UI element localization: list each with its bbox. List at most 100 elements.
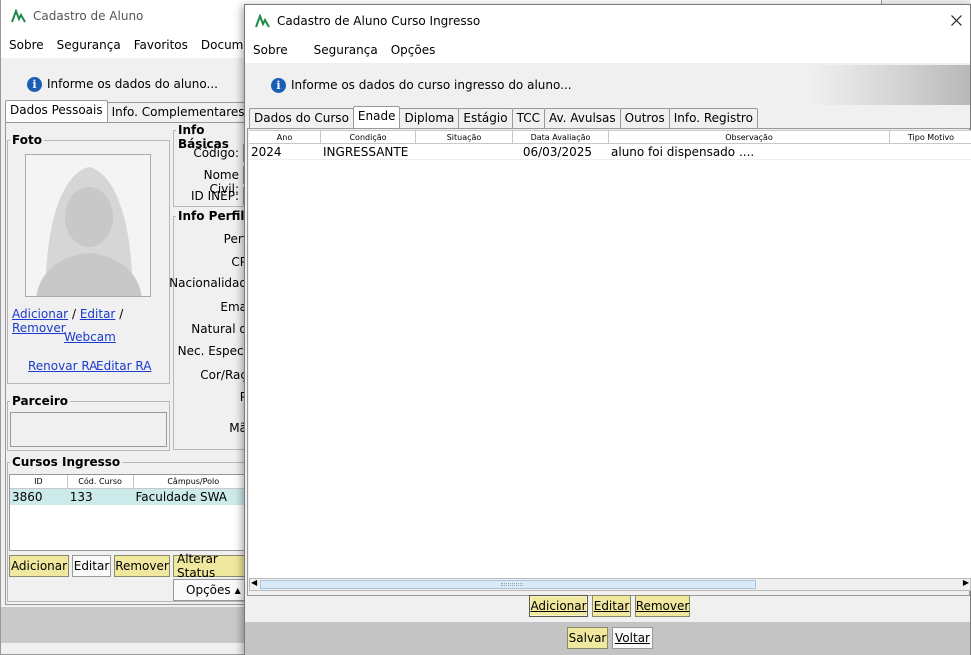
fg-title-bar: Cadastro de Aluno Curso Ingresso [245,5,970,37]
bg-editar-button[interactable]: Editar [72,555,111,577]
foto-sep-2: / [119,307,124,321]
codigo-label: Código: [193,146,239,160]
tab-info-registro[interactable]: Info. Registro [668,108,758,128]
scroll-left-icon[interactable]: ◀ [251,578,257,587]
cell-campus: Faculdade SWA [135,490,228,504]
bg-menu-sobre[interactable]: Sobre [9,38,44,52]
fg-menu-seguranca[interactable]: Segurança [314,43,378,57]
bg-alterar-status-button[interactable]: Alterar Status [173,552,253,580]
tab-estagio[interactable]: Estágio [458,108,513,128]
fg-menu-sobre[interactable]: Sobre [253,43,301,57]
foto-group: Foto Adicionar / Editar / Remover Webcam… [7,133,170,384]
cell-situacao [416,144,513,159]
bg-opcoes-button[interactable]: Opções ▲ [173,579,253,601]
bg-opcoes-label: Opções [186,583,231,597]
bg-info-text: Informe os dados do aluno... [47,77,218,91]
scrollbar-thumb[interactable] [260,580,756,589]
close-icon[interactable] [951,15,962,26]
tab-av-avulsas[interactable]: Av. Avulsas [543,108,621,128]
foto-editar-link[interactable]: Editar [80,307,116,321]
col-ano[interactable]: Ano [249,131,321,143]
tab-diploma[interactable]: Diploma [399,108,460,128]
fg-menu-sobre-label: Sobre [253,43,288,57]
info-perfil-title: Info Perfil [176,209,247,223]
tab-enade[interactable]: Enade [352,106,401,128]
remover-button[interactable]: Remover [635,595,690,617]
foto-sep-1: / [71,307,76,321]
cell-observacao: aluno foi dispensado .... [611,145,755,159]
tab-info-complementares[interactable]: Info. Complementares [106,102,250,122]
bg-menu-favoritos[interactable]: Favoritos [134,38,188,52]
fg-info-bar: i Informe os dados do curso ingresso do … [245,65,970,105]
renovar-ra-link[interactable]: Renovar RA [28,359,97,373]
nec-especial-label: Nec. Especi [177,344,247,358]
foto-title: Foto [10,133,44,147]
enade-table: Ano Condição Situação Data Avaliação Obs… [249,130,971,590]
cell-tipo-motivo [890,144,971,159]
bg-menu-seguranca[interactable]: Segurança [57,38,121,52]
editar-ra-link[interactable]: Editar RA [96,359,151,373]
webcam-link[interactable]: Webcam [64,330,116,344]
caret-up-icon: ▲ [234,585,241,595]
foto-adicionar-link[interactable]: Adicionar [12,307,68,321]
editar-label: Editar [593,599,630,613]
salvar-button[interactable]: Salvar [567,627,608,649]
info-perfil-group: Info Perfil Perf CP Nacionalidad Ema Nat… [169,209,253,450]
bg-remover-button[interactable]: Remover [114,555,170,577]
avatar [25,154,151,297]
fg-tab-strip: Dados do Curso Enade Diploma Estágio TCC… [245,106,758,128]
id-inep-label: ID INEP: [191,189,239,203]
cell-condicao: INGRESSANTE [323,145,409,159]
horizontal-scrollbar[interactable]: ◀ ▶ [249,578,971,591]
voltar-button[interactable]: Voltar [612,627,653,649]
cell-data-avaliacao: 06/03/2025 [522,145,592,159]
natural-label: Natural d [191,322,247,336]
parceiro-group: Parceiro [7,394,170,451]
parceiro-title: Parceiro [10,394,71,408]
cursos-table-header: ID Cód. Curso Câmpus/Polo [10,475,253,489]
info-icon: i [271,77,286,93]
col-situacao[interactable]: Situação [416,131,513,143]
avatar-silhouette-icon [36,167,142,296]
tab-dados-pessoais[interactable]: Dados Pessoais [5,100,108,122]
cursos-table: ID Cód. Curso Câmpus/Polo 3860 133 Facul… [9,474,253,551]
col-condicao[interactable]: Condição [321,131,416,143]
cell-cod-curso: 133 [69,490,93,504]
fg-menu-opcoes[interactable]: Opções [391,43,436,57]
cursos-ingresso-title: Cursos Ingresso [10,455,123,469]
foto-remover-link[interactable]: Remover [12,321,66,335]
table-row[interactable]: 3860 133 Faculdade SWA [10,489,253,505]
tab-outros[interactable]: Outros [619,108,670,128]
voltar-label: Voltar [615,631,650,645]
editar-button[interactable]: Editar [592,595,631,617]
col-campus[interactable]: Câmpus/Polo [134,475,254,488]
email-label: Ema [220,300,247,314]
table-row[interactable]: 2024 INGRESSANTE 06/03/2025 aluno foi di… [249,144,971,160]
cell-ano: 2024 [251,145,282,159]
adicionar-button[interactable]: Adicionar [529,595,588,617]
tab-dados-do-curso[interactable]: Dados do Curso [249,108,354,128]
app-logo-icon [11,9,26,23]
bg-tab-strip: Dados Pessoais Info. Complementares Do [1,100,276,122]
parceiro-field[interactable] [10,412,167,447]
col-observacao[interactable]: Observação [609,131,890,143]
curso-ingresso-window: Cadastro de Aluno Curso Ingresso Sobre S… [244,4,971,655]
fg-window-title: Cadastro de Aluno Curso Ingresso [277,14,481,28]
adicionar-label: Adicionar [530,599,587,613]
col-id[interactable]: ID [10,475,68,488]
scroll-right-icon[interactable]: ▶ [963,578,969,587]
col-data-avaliacao[interactable]: Data Avaliação [513,131,609,143]
nacionalidade-label: Nacionalidad [169,276,247,290]
info-icon: i [27,76,42,92]
bg-window-title: Cadastro de Aluno [33,9,144,23]
cor-raca-label: Cor/Raç [200,368,247,382]
thumb-grip-icon [501,583,523,586]
enade-table-header: Ano Condição Situação Data Avaliação Obs… [249,130,971,144]
cell-id: 3860 [12,490,43,504]
info-basicas-group: Info Básicas Código: Nome Civil: ID INEP… [173,123,253,207]
bg-adicionar-button[interactable]: Adicionar [9,555,69,577]
col-cod-curso[interactable]: Cód. Curso [68,475,134,488]
tab-tcc[interactable]: TCC [511,108,545,128]
remover-label: Remover [635,599,690,613]
col-tipo-motivo[interactable]: Tipo Motivo [890,131,971,143]
